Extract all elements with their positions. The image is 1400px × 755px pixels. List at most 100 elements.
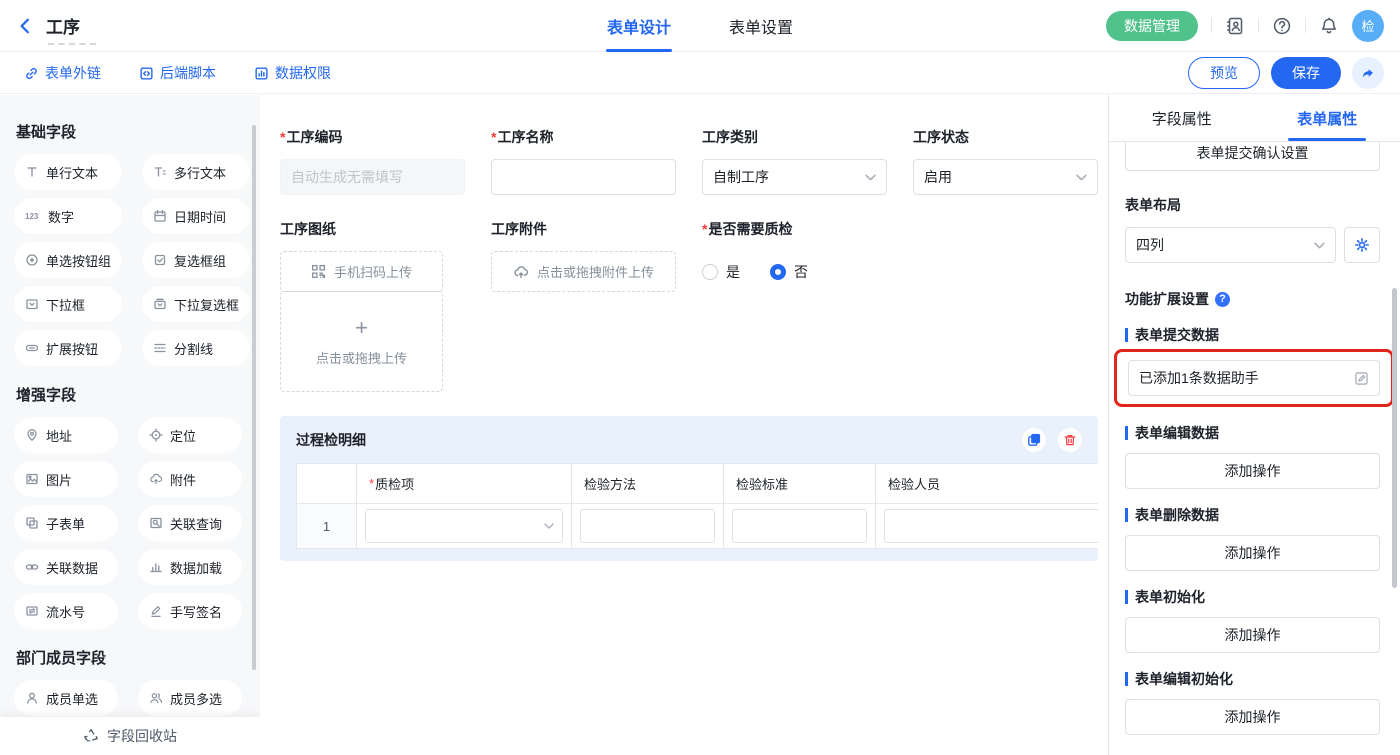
- column-header-standard: 检验标准: [724, 464, 876, 504]
- field-number[interactable]: 123 数字: [14, 198, 122, 234]
- qc-radio-yes[interactable]: 是: [702, 262, 740, 282]
- qc-item-select[interactable]: [365, 509, 563, 543]
- section-init-label: 表单初始化: [1125, 587, 1380, 607]
- button-icon: [25, 341, 39, 355]
- field-select[interactable]: 下拉框: [14, 286, 122, 322]
- field-single-line-text[interactable]: 单行文本: [14, 154, 122, 190]
- user-avatar[interactable]: 检: [1352, 10, 1384, 42]
- panel-scrollbar[interactable]: [1392, 288, 1397, 588]
- field-process-category[interactable]: 工序类别 自制工序: [702, 113, 887, 195]
- field-related-data[interactable]: 关联数据: [14, 549, 118, 585]
- edit-init-add-action-button[interactable]: 添加操作: [1125, 699, 1380, 735]
- process-status-select[interactable]: 启用: [913, 159, 1098, 195]
- signature-icon: [149, 604, 163, 618]
- section-submit-data-label: 表单提交数据: [1125, 325, 1380, 345]
- field-need-qc[interactable]: *是否需要质检 是 否: [702, 195, 1098, 392]
- help-icon[interactable]: [1272, 16, 1292, 36]
- field-radio-group[interactable]: 单选按钮组: [14, 242, 122, 278]
- tab-form-properties[interactable]: 表单属性: [1255, 95, 1400, 141]
- field-checkbox-group[interactable]: 复选框组: [142, 242, 250, 278]
- inspector-input[interactable]: [884, 509, 1098, 543]
- required-asterisk: *: [491, 129, 496, 145]
- subform-icon: [25, 516, 39, 530]
- field-label: 工序类别: [702, 127, 887, 147]
- field-process-drawing[interactable]: 工序图纸 手机扫码上传 + 点击或拖拽上传: [280, 195, 465, 392]
- field-data-load[interactable]: 数据加载: [138, 549, 242, 585]
- process-category-select[interactable]: 自制工序: [702, 159, 887, 195]
- field-divider-line[interactable]: 分割线: [142, 330, 250, 366]
- save-button[interactable]: 保存: [1271, 57, 1341, 89]
- data-manage-button[interactable]: 数据管理: [1106, 11, 1198, 41]
- subform-process-check[interactable]: 过程检明细: [280, 416, 1098, 561]
- share-button[interactable]: [1352, 57, 1384, 89]
- field-image[interactable]: 图片: [14, 461, 118, 497]
- backend-script-link[interactable]: 后端脚本: [139, 63, 216, 83]
- notification-bell-icon[interactable]: [1319, 16, 1339, 36]
- single-line-text-icon: [25, 165, 39, 179]
- field-label: 工序附件: [491, 219, 676, 239]
- init-add-action-button[interactable]: 添加操作: [1125, 617, 1380, 653]
- highlight-annotation-box: 已添加1条数据助手: [1114, 349, 1394, 407]
- qc-radio-no[interactable]: 否: [770, 262, 808, 282]
- subform-title: 过程检明细: [296, 430, 366, 450]
- submit-confirm-settings-button[interactable]: 表单提交确认设置: [1125, 142, 1380, 171]
- field-process-name[interactable]: *工序名称: [491, 113, 676, 195]
- field-datetime[interactable]: 日期时间: [142, 198, 250, 234]
- contacts-book-icon[interactable]: [1225, 16, 1245, 36]
- form-external-link[interactable]: 表单外链: [24, 63, 101, 83]
- related-data-icon: [25, 560, 39, 574]
- number-icon: 123: [25, 209, 41, 223]
- plus-icon: +: [355, 317, 368, 339]
- field-address[interactable]: 地址: [14, 417, 118, 453]
- field-recycle-bin[interactable]: 字段回收站: [0, 717, 260, 755]
- field-locate[interactable]: 定位: [138, 417, 242, 453]
- field-member-single[interactable]: 成员单选: [14, 680, 118, 716]
- standard-input[interactable]: [732, 509, 867, 543]
- delete-data-add-action-button[interactable]: 添加操作: [1125, 535, 1380, 571]
- edit-pencil-icon[interactable]: [1354, 371, 1369, 386]
- column-header-method: 检验方法: [572, 464, 724, 504]
- tab-form-design[interactable]: 表单设计: [607, 0, 671, 52]
- field-process-status[interactable]: 工序状态 启用: [913, 113, 1098, 195]
- field-process-attachment[interactable]: 工序附件 点击或拖拽附件上传: [491, 195, 676, 392]
- process-name-input[interactable]: [491, 159, 676, 195]
- drag-upload-area[interactable]: + 点击或拖拽上传: [280, 291, 443, 392]
- field-subform[interactable]: 子表单: [14, 505, 118, 541]
- related-query-icon: [149, 516, 163, 530]
- copy-subform-button[interactable]: [1022, 428, 1046, 452]
- preview-button[interactable]: 预览: [1188, 57, 1260, 89]
- help-question-icon[interactable]: ?: [1215, 292, 1230, 307]
- field-member-multi[interactable]: 成员多选: [138, 680, 242, 716]
- field-process-code[interactable]: *工序编码 自动生成无需填写: [280, 113, 465, 195]
- tab-field-properties[interactable]: 字段属性: [1109, 95, 1255, 141]
- edit-data-add-action-button[interactable]: 添加操作: [1125, 453, 1380, 489]
- process-code-input[interactable]: 自动生成无需填写: [280, 159, 465, 195]
- field-extend-button[interactable]: 扩展按钮: [14, 330, 122, 366]
- field-multi-line-text[interactable]: 多行文本: [142, 154, 250, 190]
- field-serial-number[interactable]: 流水号: [14, 593, 118, 629]
- field-library-sidebar: 基础字段 单行文本 多行文本 123 数字: [0, 95, 260, 755]
- extension-settings-title: 功能扩展设置 ?: [1125, 289, 1380, 309]
- cell-qc-item: [357, 504, 572, 548]
- submit-data-assistant-field[interactable]: 已添加1条数据助手: [1128, 360, 1380, 396]
- form-layout-select[interactable]: 四列: [1125, 227, 1336, 263]
- scan-upload-button[interactable]: 手机扫码上传: [280, 251, 443, 292]
- section-bar: [1125, 328, 1128, 342]
- sidebar-scrollbar[interactable]: [252, 125, 256, 670]
- delete-subform-button[interactable]: [1058, 428, 1082, 452]
- multi-line-text-icon: [153, 165, 167, 179]
- tab-form-settings[interactable]: 表单设置: [729, 0, 793, 52]
- header-tabs: 表单设计 表单设置: [607, 0, 793, 52]
- field-multi-select[interactable]: 下拉复选框: [142, 286, 250, 322]
- share-icon: [1360, 65, 1376, 81]
- data-load-icon: [149, 560, 163, 574]
- field-attachment[interactable]: 附件: [138, 461, 242, 497]
- field-signature[interactable]: 手写签名: [138, 593, 242, 629]
- method-input[interactable]: [580, 509, 715, 543]
- cell-standard: [724, 504, 876, 548]
- back-button[interactable]: [16, 17, 34, 35]
- attachment-upload-button[interactable]: 点击或拖拽附件上传: [491, 251, 676, 292]
- data-permission-link[interactable]: 数据权限: [254, 63, 331, 83]
- layout-settings-button[interactable]: [1344, 227, 1380, 263]
- field-related-query[interactable]: 关联查询: [138, 505, 242, 541]
